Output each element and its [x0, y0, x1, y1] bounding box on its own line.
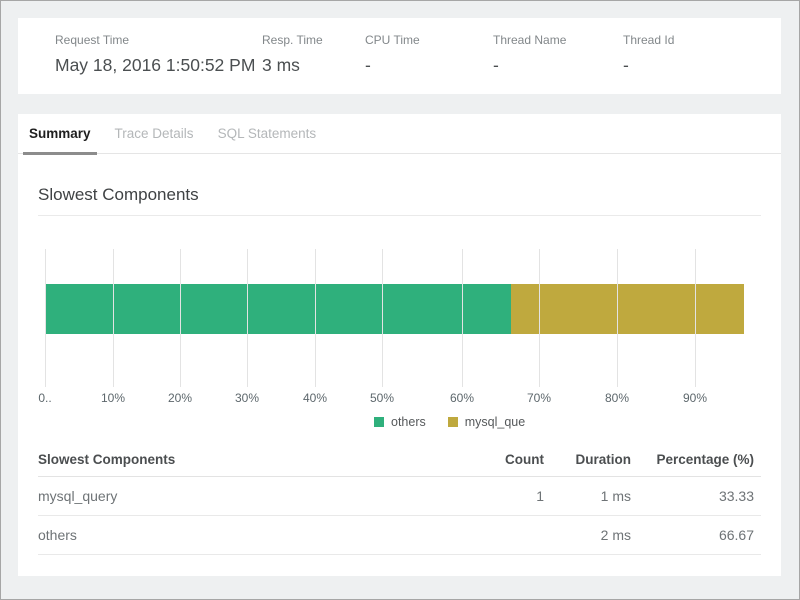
gridline	[539, 249, 540, 387]
duration-cell: 2 ms	[544, 515, 631, 554]
component-name-cell: mysql_query	[38, 476, 418, 515]
trace-info-bar: Request Time May 18, 2016 1:50:52 PM Res…	[18, 18, 781, 94]
x-axis-tick-label: 0..	[38, 391, 51, 405]
gridline	[113, 249, 114, 387]
info-field-thread-name: Thread Name -	[493, 33, 623, 94]
x-axis-tick-label: 10%	[101, 391, 125, 405]
section-title: Slowest Components	[38, 185, 761, 216]
info-field-thread-id: Thread Id -	[623, 33, 674, 94]
legend-label: others	[391, 415, 426, 429]
x-axis-tick-label: 30%	[235, 391, 259, 405]
x-axis-tick-label: 90%	[683, 391, 707, 405]
bar-segment-others[interactable]	[45, 284, 511, 334]
info-field-cpu-time: CPU Time -	[365, 33, 493, 94]
x-axis-tick-label: 40%	[303, 391, 327, 405]
gridline	[315, 249, 316, 387]
tab-sql-statements[interactable]: SQL Statements	[212, 114, 323, 153]
table-row: mysql_query 1 1 ms 33.33	[38, 476, 761, 515]
column-header-count: Count	[418, 444, 544, 476]
duration-cell: 1 ms	[544, 476, 631, 515]
legend-label: mysql_que	[465, 415, 525, 429]
column-header-name: Slowest Components	[38, 444, 418, 476]
tab-bar: Summary Trace Details SQL Statements	[18, 114, 781, 154]
gridline	[180, 249, 181, 387]
x-axis-tick-label: 70%	[527, 391, 551, 405]
info-field-value: -	[493, 55, 623, 76]
table-row: others 2 ms 66.67	[38, 515, 761, 554]
info-field-value: -	[365, 55, 493, 76]
info-field-value: 3 ms	[262, 55, 365, 76]
info-field-resp-time: Resp. Time 3 ms	[262, 33, 365, 94]
info-field-label: Thread Id	[623, 33, 674, 47]
percentage-cell: 66.67	[631, 515, 761, 554]
gridline	[382, 249, 383, 387]
tab-summary[interactable]: Summary	[23, 114, 97, 153]
tab-trace-details[interactable]: Trace Details	[109, 114, 200, 153]
gridline	[247, 249, 248, 387]
trace-detail-page: { "header": { "fields": [ { "label": "Re…	[0, 0, 800, 600]
gridline	[617, 249, 618, 387]
gridline	[45, 249, 46, 387]
info-field-value: May 18, 2016 1:50:52 PM	[55, 55, 262, 76]
legend-item-mysql-que[interactable]: mysql_que	[448, 415, 525, 429]
x-axis-tick-label: 80%	[605, 391, 629, 405]
info-field-label: Thread Name	[493, 33, 623, 47]
x-axis-tick-label: 60%	[450, 391, 474, 405]
percentage-cell: 33.33	[631, 476, 761, 515]
summary-panel: Summary Trace Details SQL Statements Slo…	[18, 114, 781, 576]
count-cell	[418, 515, 544, 554]
slowest-components-table: Slowest Components Count Duration Percen…	[38, 444, 761, 555]
info-field-value: -	[623, 55, 674, 76]
legend-item-others[interactable]: others	[374, 415, 426, 429]
x-axis-tick-label: 50%	[370, 391, 394, 405]
info-field-label: CPU Time	[365, 33, 493, 47]
stacked-bar	[45, 284, 744, 334]
chart-legend: others mysql_que	[374, 415, 525, 429]
slowest-components-table-body: mysql_query 1 1 ms 33.33 others 2 ms 66.…	[38, 476, 761, 554]
gridline	[462, 249, 463, 387]
x-axis-tick-label: 20%	[168, 391, 192, 405]
table-header-row: Slowest Components Count Duration Percen…	[38, 444, 761, 476]
slowest-components-chart: 0..10%20%30%40%50%60%70%80%90%	[45, 249, 765, 409]
bar-segment-mysql-que[interactable]	[511, 284, 744, 334]
column-header-duration: Duration	[544, 444, 631, 476]
component-name-cell: others	[38, 515, 418, 554]
column-header-percentage: Percentage (%)	[631, 444, 761, 476]
legend-swatch-icon	[374, 417, 384, 427]
legend-swatch-icon	[448, 417, 458, 427]
gridline	[695, 249, 696, 387]
info-field-label: Resp. Time	[262, 33, 365, 47]
info-field-request-time: Request Time May 18, 2016 1:50:52 PM	[55, 33, 262, 94]
info-field-label: Request Time	[55, 33, 262, 47]
count-cell: 1	[418, 476, 544, 515]
